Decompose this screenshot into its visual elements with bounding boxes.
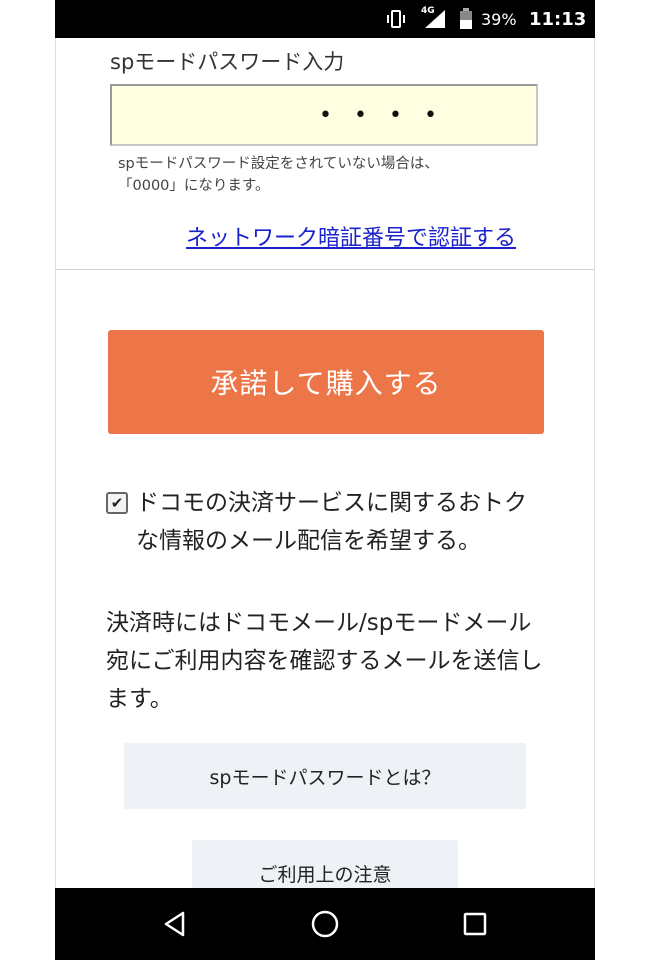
password-value: •••• (319, 102, 459, 128)
back-icon (164, 911, 185, 937)
navigation-bar (55, 888, 595, 960)
vibrate-icon (385, 0, 407, 38)
signal-icon (423, 0, 447, 38)
usage-caution-button[interactable]: ご利用上の注意 (192, 840, 458, 888)
password-label: spモードパスワード入力 (110, 50, 345, 74)
back-button[interactable] (140, 888, 210, 960)
home-icon (311, 910, 339, 938)
status-bar: 4G 39% 11:13 (55, 0, 595, 38)
password-note-line-2: 「0000」になります。 (118, 178, 270, 194)
password-input[interactable]: •••• (110, 84, 538, 146)
home-button[interactable] (290, 888, 360, 960)
sp-password-help-button[interactable]: spモードパスワードとは？ (124, 743, 526, 809)
optin-checkbox[interactable]: ✔ (106, 492, 128, 514)
recents-button[interactable] (440, 888, 510, 960)
password-note-line-1: spモードパスワード設定をされていない場合は、 (118, 156, 439, 172)
battery-percent: 39% (481, 9, 517, 29)
clock: 11:13 (529, 8, 587, 30)
confirmation-mail-notice: 決済時にはドコモメール/spモードメール宛にご利用内容を確認するメールを送信しま… (106, 610, 543, 712)
battery-icon (459, 0, 473, 38)
password-note: spモードパスワード設定をされていない場合は、 「0000」になります。 (118, 153, 439, 197)
accept-and-purchase-button[interactable]: 承諾して購入する (108, 330, 544, 434)
optin-label: ドコモの決済サービスに関するおトクな情報のメール配信を希望する。 (136, 490, 527, 554)
content-area: spモードパスワード入力 •••• spモードパスワード設定をされていない場合は… (55, 38, 595, 888)
divider (56, 269, 594, 270)
recents-icon (463, 912, 487, 936)
network-pin-auth-link[interactable]: ネットワーク暗証番号で認証する (186, 220, 516, 252)
phone-screen: 4G 39% 11:13 spモードパスワード入力 •••• spモードパスワー… (55, 0, 595, 960)
checkmark-icon: ✔ (110, 493, 124, 512)
